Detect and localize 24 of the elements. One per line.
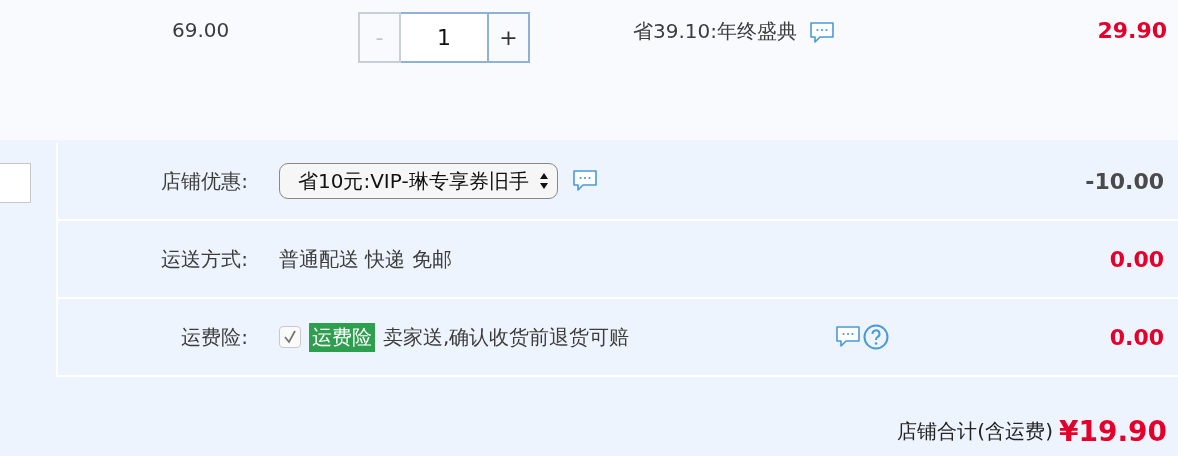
row-label: 运费险: [180, 323, 248, 351]
insurance-tag: 运费险 [309, 322, 375, 352]
unit-price: 69.00 [172, 18, 231, 42]
increment-button[interactable]: + [487, 12, 530, 63]
total-amount: ¥19.90 [1058, 415, 1167, 448]
coupon-select[interactable]: 省10元:VIP-琳专享券旧手 [279, 163, 558, 199]
comment-icon[interactable] [571, 169, 598, 193]
quantity-field[interactable]: 1 [401, 12, 487, 63]
row-label: 店铺优惠: [160, 167, 248, 195]
help-icon[interactable] [863, 324, 889, 350]
row-label: 运送方式: [160, 245, 248, 273]
promotion-text: 省39.10:年终盛典 [633, 18, 797, 45]
row-value: 普通配送 快递 免邮 [279, 245, 452, 273]
message-field[interactable] [0, 163, 31, 203]
total-label: 店铺合计(含运费) [897, 418, 1053, 445]
row-amount: 0.00 [1109, 246, 1164, 272]
row-amount: 0.00 [1109, 324, 1164, 350]
subtotal: 29.90 [1097, 18, 1167, 43]
checkbox[interactable] [279, 326, 301, 348]
sort-arrows-icon [538, 171, 549, 191]
row-value: 卖家送,确认收货前退货可赔 [383, 323, 630, 351]
row-amount: -10.00 [1085, 168, 1164, 194]
comment-icon[interactable] [809, 21, 835, 45]
comment-icon[interactable] [835, 325, 861, 349]
